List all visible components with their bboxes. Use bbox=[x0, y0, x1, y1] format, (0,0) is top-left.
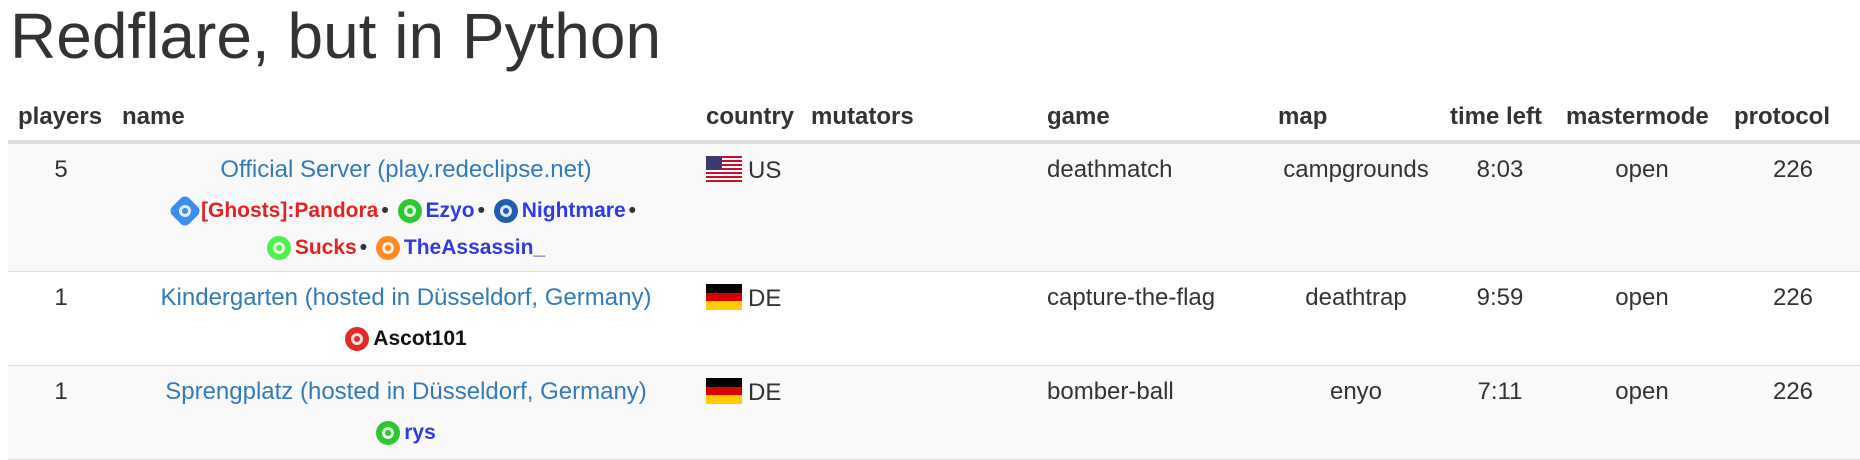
protocol: 226 bbox=[1726, 142, 1860, 272]
column-header-time-left[interactable]: time left bbox=[1442, 94, 1558, 144]
country-cell: US bbox=[698, 142, 803, 272]
player-name[interactable]: TheAssassin_ bbox=[404, 236, 545, 259]
light-green-player-icon bbox=[266, 236, 291, 260]
protocol: 226 bbox=[1726, 271, 1860, 366]
time-left: 9:59 bbox=[1442, 271, 1558, 366]
mastermode: open bbox=[1558, 271, 1726, 366]
separator: • bbox=[477, 199, 485, 222]
map-name: campgrounds bbox=[1270, 142, 1442, 272]
table-header-row: players name country mutators game map t… bbox=[8, 94, 1860, 144]
column-header-name[interactable]: name bbox=[114, 94, 698, 144]
red-player-icon bbox=[345, 327, 370, 351]
players-count: 1 bbox=[8, 365, 114, 460]
player-list: Ascot101 bbox=[115, 320, 697, 357]
us-flag-icon bbox=[706, 156, 742, 182]
player-list: rys bbox=[115, 414, 697, 451]
mastermode: open bbox=[1558, 142, 1726, 272]
mastermode: open bbox=[1558, 365, 1726, 460]
green-player-icon bbox=[376, 421, 401, 445]
table-row: 1 Kindergarten (hosted in Düsseldorf, Ge… bbox=[8, 271, 1860, 366]
table-row: 1 Sprengplatz (hosted in Düsseldorf, Ger… bbox=[8, 365, 1860, 460]
column-header-players[interactable]: players bbox=[8, 94, 114, 144]
column-header-map[interactable]: map bbox=[1270, 94, 1442, 144]
game-mode: deathmatch bbox=[1039, 142, 1270, 272]
map-name: enyo bbox=[1270, 365, 1442, 460]
column-header-mutators[interactable]: mutators bbox=[803, 94, 1039, 144]
separator: • bbox=[359, 236, 368, 259]
player-entry: TheAssassin_ bbox=[375, 236, 545, 260]
mutators-cell bbox=[803, 142, 1039, 272]
player-name[interactable]: [Ghosts]:Pandora bbox=[201, 199, 378, 222]
player-name[interactable]: rys bbox=[404, 421, 436, 444]
player-entry: Sucks bbox=[266, 236, 357, 260]
server-name-cell: Sprengplatz (hosted in Düsseldorf, Germa… bbox=[114, 365, 698, 460]
player-name[interactable]: Ezyo bbox=[426, 199, 475, 222]
server-link[interactable]: Official Server (play.redeclipse.net) bbox=[220, 156, 591, 183]
server-link[interactable]: Sprengplatz (hosted in Düsseldorf, Germa… bbox=[165, 378, 647, 405]
separator: • bbox=[381, 199, 389, 222]
time-left: 7:11 bbox=[1442, 365, 1558, 460]
server-name-cell: Official Server (play.redeclipse.net) [G… bbox=[114, 142, 698, 272]
country-code: DE bbox=[748, 285, 782, 312]
country-code: DE bbox=[748, 379, 782, 406]
player-name[interactable]: Sucks bbox=[295, 236, 357, 259]
mutators-cell bbox=[803, 271, 1039, 366]
page: Redflare, but in Python players name cou… bbox=[0, 0, 1860, 460]
players-count: 1 bbox=[8, 271, 114, 366]
players-count: 5 bbox=[8, 142, 114, 272]
player-entry: Ezyo bbox=[397, 199, 475, 223]
orange-player-icon bbox=[375, 236, 400, 260]
table-row: 5 Official Server (play.redeclipse.net) … bbox=[8, 142, 1860, 272]
blue-spinner-icon bbox=[168, 194, 202, 228]
player-list: [Ghosts]:Pandora • Ezyo • Nightmare • Sucks… bbox=[115, 192, 697, 266]
server-table: players name country mutators game map t… bbox=[8, 94, 1860, 460]
page-title: Redflare, but in Python bbox=[10, 0, 662, 72]
time-left: 8:03 bbox=[1442, 142, 1558, 272]
protocol: 226 bbox=[1726, 365, 1860, 460]
player-entry: [Ghosts]:Pandora bbox=[168, 194, 378, 228]
country-cell: DE bbox=[698, 365, 803, 460]
country-code: US bbox=[748, 157, 782, 184]
server-name-cell: Kindergarten (hosted in Düsseldorf, Germ… bbox=[114, 271, 698, 366]
column-header-country[interactable]: country bbox=[698, 94, 803, 144]
server-link[interactable]: Kindergarten (hosted in Düsseldorf, Germ… bbox=[161, 284, 652, 311]
separator: • bbox=[628, 199, 636, 222]
country-cell: DE bbox=[698, 271, 803, 366]
column-header-game[interactable]: game bbox=[1039, 94, 1270, 144]
game-mode: capture-the-flag bbox=[1039, 271, 1270, 366]
mutators-cell bbox=[803, 365, 1039, 460]
de-flag-icon bbox=[706, 378, 742, 404]
player-entry: Nightmare bbox=[493, 199, 626, 223]
player-entry: rys bbox=[376, 421, 436, 445]
player-name[interactable]: Ascot101 bbox=[373, 327, 466, 350]
player-entry: Ascot101 bbox=[345, 327, 467, 351]
de-flag-icon bbox=[706, 284, 742, 310]
game-mode: bomber-ball bbox=[1039, 365, 1270, 460]
map-name: deathtrap bbox=[1270, 271, 1442, 366]
player-name[interactable]: Nightmare bbox=[522, 199, 626, 222]
column-header-mastermode[interactable]: mastermode bbox=[1558, 94, 1726, 144]
green-player-icon bbox=[397, 199, 422, 223]
column-header-protocol[interactable]: protocol bbox=[1726, 94, 1860, 144]
blue-player-icon bbox=[493, 199, 518, 223]
